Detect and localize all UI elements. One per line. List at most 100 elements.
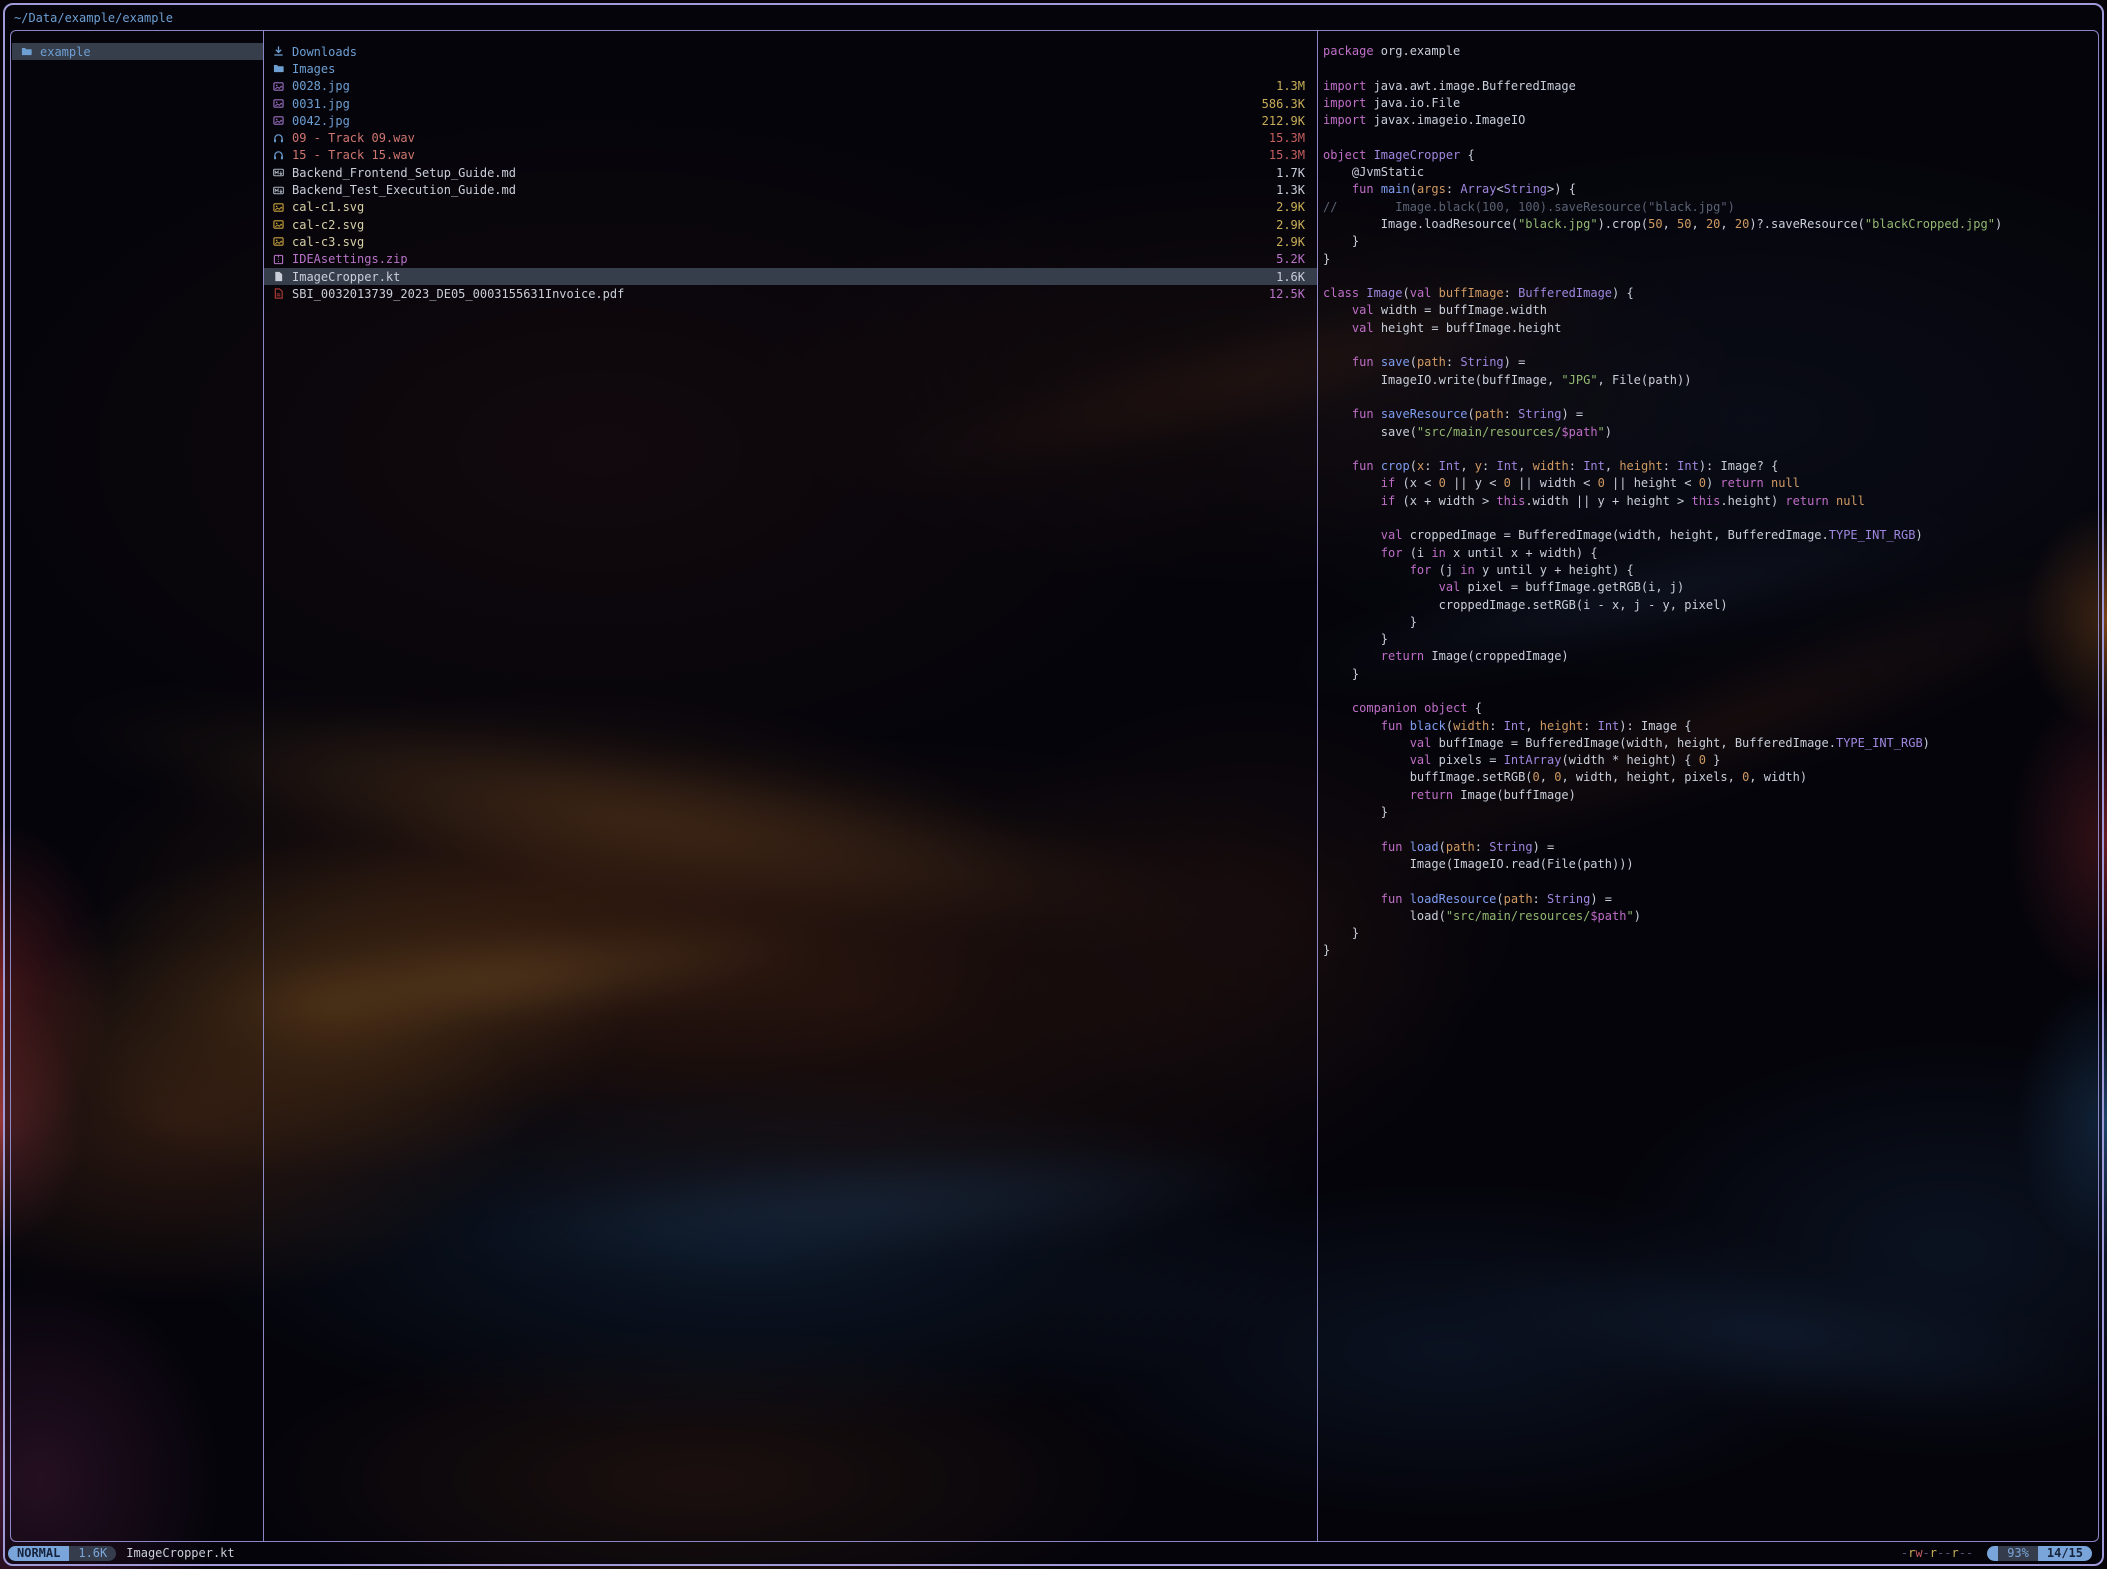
- file-size: 586.3K: [1262, 97, 1305, 111]
- code-line: save("src/main/resources/$path"): [1323, 424, 2095, 441]
- yazi-panes: example DownloadsImages0028.jpg1.3M0031.…: [10, 30, 2099, 1542]
- file-row[interactable]: 15 - Track 15.wav15.3M: [264, 147, 1317, 164]
- folder-icon: [21, 46, 34, 58]
- file-row[interactable]: 0028.jpg1.3M: [264, 78, 1317, 95]
- status-filename: ImageCropper.kt: [126, 1546, 234, 1560]
- code-line: // Image.black(100, 100).saveResource("b…: [1323, 199, 2095, 216]
- code-line: fun main(args: Array<String>) {: [1323, 181, 2095, 198]
- code-line: fun loadResource(path: String) =: [1323, 891, 2095, 908]
- folder-icon: [273, 63, 286, 75]
- file-row[interactable]: 0031.jpg 586.3K: [264, 95, 1317, 112]
- download-icon: [273, 46, 286, 58]
- file-name: example: [40, 45, 91, 59]
- code-line: Image(ImageIO.read(File(path))): [1323, 856, 2095, 873]
- code-line: for (i in x until x + width) {: [1323, 545, 2095, 562]
- file-row[interactable]: IDEAsettings.zip5.2K: [264, 251, 1317, 268]
- code-line: fun crop(x: Int, y: Int, width: Int, hei…: [1323, 458, 2095, 475]
- terminal-window: ~/Data/example/example example Downloads…: [3, 3, 2104, 1566]
- file-row[interactable]: 09 - Track 09.wav15.3M: [264, 129, 1317, 146]
- code-line: val pixels = IntArray(width * height) { …: [1323, 752, 2095, 769]
- pill-left-cap: [1987, 1546, 1998, 1561]
- file-row[interactable]: Backend_Test_Execution_Guide.md1.3K: [264, 181, 1317, 198]
- selected-file-size: 1.6K: [69, 1546, 116, 1561]
- file-row[interactable]: cal-c3.svg2.9K: [264, 233, 1317, 250]
- mode-pill: NORMAL 1.6K: [8, 1546, 116, 1561]
- file-row[interactable]: Images: [264, 60, 1317, 77]
- code-line: class Image(val buffImage: BufferedImage…: [1323, 285, 2095, 302]
- code-line: buffImage.setRGB(0, 0, width, height, pi…: [1323, 769, 2095, 786]
- file-size: 1.6K: [1276, 270, 1305, 284]
- position-pill: 93% 14/15: [1987, 1546, 2092, 1561]
- code-line: }: [1323, 251, 2095, 268]
- file-size: 2.9K: [1276, 235, 1305, 249]
- mode-badge: NORMAL: [8, 1546, 69, 1561]
- file-row[interactable]: Downloads: [264, 43, 1317, 60]
- code-line: for (j in y until y + height) {: [1323, 562, 2095, 579]
- code-line: if (x + width > this.width || y + height…: [1323, 493, 2095, 510]
- file-size: 2.9K: [1276, 218, 1305, 232]
- code-line: [1323, 268, 2095, 285]
- code-line: [1323, 389, 2095, 406]
- file-row[interactable]: cal-c1.svg 2.9K: [264, 199, 1317, 216]
- status-bar: NORMAL 1.6K ImageCropper.kt -rw-r--r-- 9…: [8, 1543, 2099, 1563]
- code-line: import java.io.File: [1323, 95, 2095, 112]
- headphones-icon: [273, 132, 286, 144]
- image-icon: [273, 236, 286, 248]
- markdown-icon: [273, 184, 286, 196]
- file-row[interactable]: 0042.jpg212.9K: [264, 112, 1317, 129]
- code-line: croppedImage.setRGB(i - x, j - y, pixel): [1323, 597, 2095, 614]
- code-line: val width = buffImage.width: [1323, 302, 2095, 319]
- file-name: cal-c1.svg: [292, 200, 364, 214]
- headphones-icon: [273, 149, 286, 161]
- code-line: load("src/main/resources/$path"): [1323, 908, 2095, 925]
- code-line: }: [1323, 614, 2095, 631]
- code-line: return Image(croppedImage): [1323, 648, 2095, 665]
- image-icon: [273, 201, 286, 213]
- code-line: [1323, 441, 2095, 458]
- image-icon: [273, 115, 286, 127]
- code-line: }: [1323, 925, 2095, 942]
- code-line: fun load(path: String) =: [1323, 839, 2095, 856]
- code-line: @JvmStatic: [1323, 164, 2095, 181]
- file-size: 1.3M: [1276, 79, 1305, 93]
- pane-divider-right: [1317, 31, 1318, 1541]
- code-line: }: [1323, 233, 2095, 250]
- file-name: 09 - Track 09.wav: [292, 131, 415, 145]
- file-name: Backend_Test_Execution_Guide.md: [292, 183, 516, 197]
- file-name: Backend_Frontend_Setup_Guide.md: [292, 166, 516, 180]
- code-line: val croppedImage = BufferedImage(width, …: [1323, 527, 2095, 544]
- code-line: [1323, 60, 2095, 77]
- file-size: 212.9K: [1262, 114, 1305, 128]
- code-line: [1323, 873, 2095, 890]
- code-line: fun saveResource(path: String) =: [1323, 406, 2095, 423]
- code-line: [1323, 821, 2095, 838]
- file-list-pane: DownloadsImages0028.jpg1.3M 0031.jpg 586.3…: [264, 43, 1317, 302]
- file-size: 1.7K: [1276, 166, 1305, 180]
- code-line: [1323, 337, 2095, 354]
- code-line: companion object {: [1323, 700, 2095, 717]
- code-line: ImageIO.write(buffImage, "JPG", File(pat…: [1323, 372, 2095, 389]
- code-line: Image.loadResource("black.jpg").crop(50,…: [1323, 216, 2095, 233]
- image-icon: [273, 80, 286, 92]
- scroll-percent: 93%: [1998, 1546, 2038, 1561]
- file-row[interactable]: cal-c2.svg2.9K: [264, 216, 1317, 233]
- code-line: package org.example: [1323, 43, 2095, 60]
- file-row[interactable]: ImageCropper.kt 1.6K: [264, 268, 1317, 285]
- code-line: }: [1323, 666, 2095, 683]
- file-name: ImageCropper.kt: [292, 270, 400, 284]
- image-icon: [273, 98, 286, 110]
- file-size: 2.9K: [1276, 200, 1305, 214]
- file-row[interactable]: example: [12, 43, 263, 60]
- code-line: fun save(path: String) =: [1323, 354, 2095, 371]
- code-line: [1323, 129, 2095, 146]
- code-line: }: [1323, 942, 2095, 959]
- list-position: 14/15: [2038, 1546, 2092, 1561]
- file-name: 15 - Track 15.wav: [292, 148, 415, 162]
- file-row[interactable]: Backend_Frontend_Setup_Guide.md 1.7K: [264, 164, 1317, 181]
- pdf-icon: [273, 288, 286, 300]
- file-row[interactable]: SBI_0032013739_2023_DE05_0003155631Invoi…: [264, 285, 1317, 302]
- file-name: 0031.jpg: [292, 97, 350, 111]
- code-line: fun black(width: Int, height: Int): Imag…: [1323, 718, 2095, 735]
- parent-pane: example: [12, 43, 263, 60]
- file-size: 12.5K: [1269, 287, 1305, 301]
